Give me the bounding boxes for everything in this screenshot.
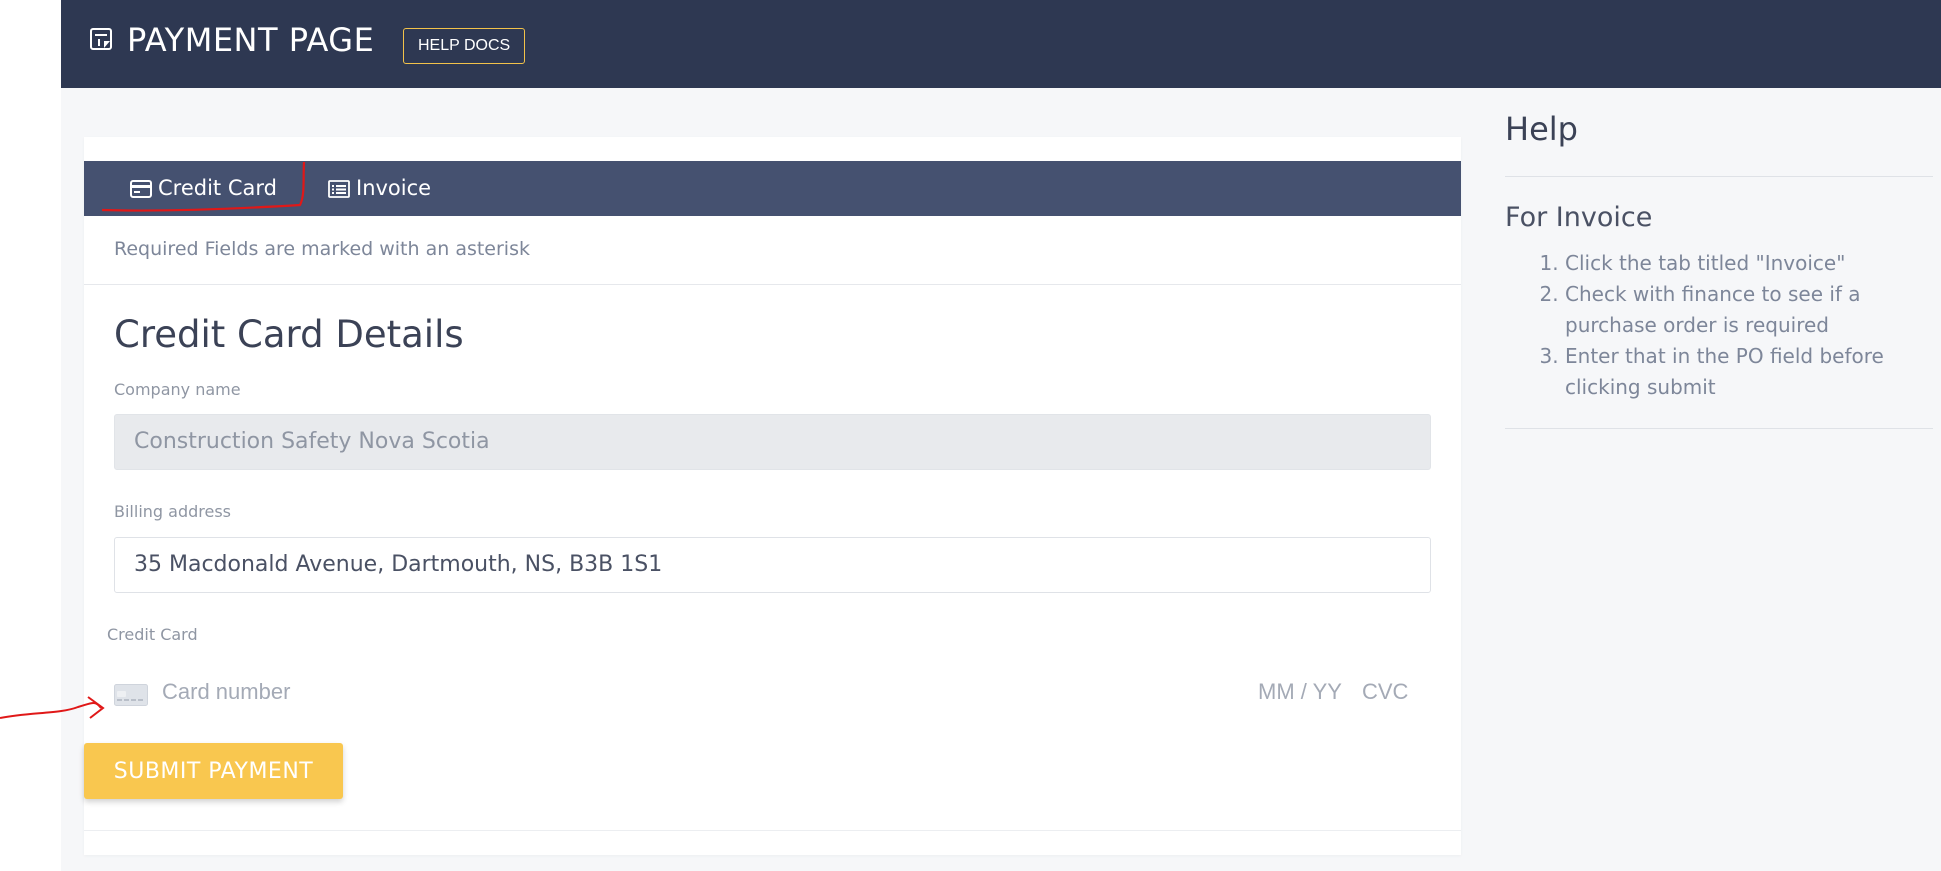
help-steps: Click the tab titled "Invoice" Check wit…	[1505, 248, 1925, 403]
help-sidebar: Help For Invoice Click the tab titled "I…	[1505, 110, 1933, 429]
page: PAYMENT PAGE HELP DOCS Credit Card Invoi…	[61, 0, 1941, 871]
card-cvc-input[interactable]: CVC	[1362, 679, 1408, 705]
submit-payment-button[interactable]: SUBMIT PAYMENT	[84, 743, 343, 799]
company-name-field[interactable]	[114, 414, 1431, 470]
tab-credit-card[interactable]: Credit Card	[130, 161, 277, 216]
divider	[1505, 428, 1933, 429]
help-title: Help	[1505, 110, 1578, 148]
credit-card-icon	[130, 179, 152, 198]
list-icon	[328, 179, 350, 198]
divider	[84, 830, 1461, 831]
tab-invoice-label: Invoice	[356, 176, 432, 200]
help-step: Enter that in the PO field before clicki…	[1565, 341, 1925, 403]
section-title: Credit Card Details	[114, 313, 464, 356]
help-subtitle: For Invoice	[1505, 202, 1653, 233]
billing-address-field[interactable]	[114, 537, 1431, 593]
credit-card-label: Credit Card	[107, 625, 198, 644]
payment-card: Credit Card Invoice Required Fields are …	[84, 137, 1461, 855]
card-input[interactable]: Card number MM / YY CVC	[114, 671, 1431, 715]
help-docs-button[interactable]: HELP DOCS	[403, 28, 526, 64]
required-fields-note: Required Fields are marked with an aster…	[114, 238, 530, 260]
card-expiry-input[interactable]: MM / YY	[1258, 679, 1342, 705]
tab-credit-card-label: Credit Card	[158, 176, 277, 200]
divider	[1505, 176, 1933, 177]
help-step: Click the tab titled "Invoice"	[1565, 248, 1925, 279]
help-step: Check with finance to see if a purchase …	[1565, 279, 1925, 341]
company-name-label: Company name	[114, 380, 241, 399]
billing-address-label: Billing address	[114, 502, 231, 521]
card-brand-icon	[114, 684, 148, 706]
payment-tabs: Credit Card Invoice	[84, 161, 1461, 216]
card-number-input[interactable]: Card number	[162, 679, 290, 705]
page-title: PAYMENT PAGE	[127, 21, 375, 59]
divider	[84, 284, 1461, 285]
tab-invoice[interactable]: Invoice	[328, 161, 431, 216]
receipt-icon	[90, 28, 112, 50]
top-header: PAYMENT PAGE HELP DOCS	[61, 0, 1941, 88]
